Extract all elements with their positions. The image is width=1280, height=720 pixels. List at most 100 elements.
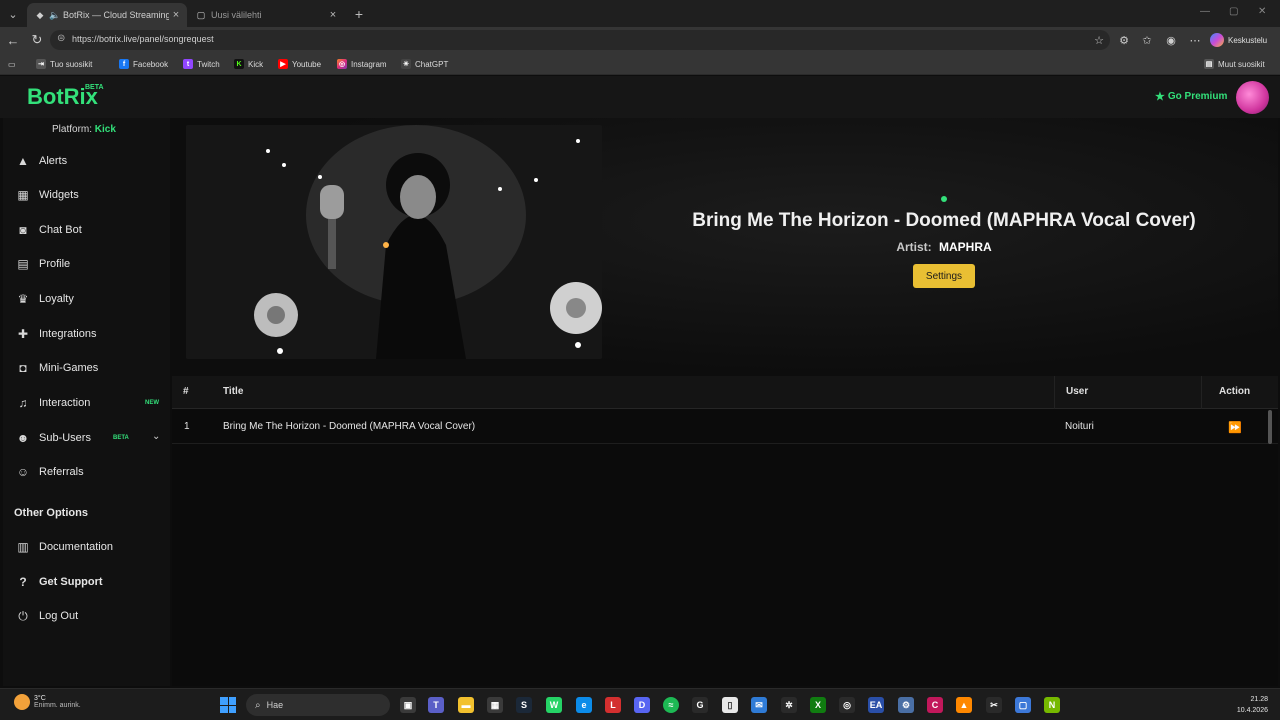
ea-icon[interactable]: EA (868, 697, 884, 713)
go-premium-link[interactable]: ★ Go Premium (1155, 90, 1227, 103)
whatsapp-icon[interactable]: W (546, 697, 562, 713)
app-c-icon[interactable]: C (927, 697, 943, 713)
obs-icon[interactable]: ◎ (839, 697, 855, 713)
close-window-icon[interactable]: ✕ (1258, 6, 1266, 17)
bookmark-chatgpt[interactable]: ✳ ChatGPT (401, 57, 448, 71)
sidebar-item-get-support[interactable]: ? Get Support (3, 569, 170, 595)
bookmark-twitch[interactable]: t Twitch (183, 57, 220, 71)
user-avatar[interactable] (1236, 81, 1269, 114)
weather-temperature: 3°C (34, 695, 46, 702)
clock-time: 21.28 (1250, 696, 1268, 703)
weather-widget[interactable]: 3°C Enimm. aurink. (14, 694, 81, 710)
column-divider (1054, 376, 1055, 409)
xbox-icon[interactable]: X (810, 697, 826, 713)
site-info-icon[interactable]: ⊜ (57, 33, 65, 44)
facebook-icon: f (119, 59, 129, 69)
bookmark-label: Muut suosikit (1218, 59, 1265, 69)
nvidia-icon[interactable]: N (1044, 697, 1060, 713)
steam-icon[interactable]: S (516, 697, 532, 713)
profile-icon[interactable]: ◉ (1162, 31, 1180, 49)
sidebar-item-chat-bot[interactable]: ◙ Chat Bot (3, 217, 170, 243)
address-field[interactable]: ⊜ https://botrix.live/panel/songrequest (50, 30, 1110, 50)
column-divider (1201, 376, 1202, 409)
favorite-star-icon[interactable]: ☆ (1090, 31, 1108, 49)
bookmark-import[interactable]: ⇥ Tuo suosikit (36, 57, 92, 71)
sidebar-item-integrations[interactable]: ✚ Integrations (3, 321, 170, 347)
task-view-icon[interactable]: ▣ (400, 697, 416, 713)
sidebar-item-mini-games[interactable]: ◘ Mini-Games (3, 355, 170, 381)
tab-botrix[interactable]: ◆ 🔈 BotRix — Cloud Streaming Bo × (27, 3, 187, 27)
windows-start-icon[interactable] (220, 697, 236, 713)
browser-toolbar: ← ↻ ⊜ https://botrix.live/panel/songrequ… (0, 27, 1280, 53)
tab-title: BotRix — Cloud Streaming Bo (63, 10, 169, 20)
sidebar-item-referrals[interactable]: ☺ Referrals (3, 459, 170, 485)
snipping-tool-icon[interactable]: ✂ (986, 697, 1002, 713)
sidebar-item-alerts[interactable]: ▲ Alerts (3, 148, 170, 174)
store-icon[interactable]: ▦ (487, 697, 503, 713)
speaker-icon[interactable]: 🔈 (49, 10, 60, 20)
thumbnail-image (186, 125, 602, 359)
back-arrow-icon[interactable]: ← (4, 31, 22, 49)
bookmark-label: Twitch (197, 59, 220, 69)
edge-icon[interactable]: e (576, 697, 592, 713)
teams-icon[interactable]: T (428, 697, 444, 713)
new-badge: NEW (145, 400, 159, 406)
sidebar-item-documentation[interactable]: ▥ Documentation (3, 534, 170, 560)
sidebar-item-widgets[interactable]: ▦ Widgets (3, 182, 170, 208)
bookmark-other-folder[interactable]: ▤ Muut suosikit (1204, 57, 1265, 71)
chatgpt-icon: ✳ (401, 59, 411, 69)
bookmark-youtube[interactable]: ▶ Youtube (278, 57, 321, 71)
instagram-icon: ◎ (337, 59, 347, 69)
sidebar-item-log-out[interactable]: ⏻ Log Out (3, 603, 170, 629)
bookmark-label: Tuo suosikit (50, 59, 93, 69)
table-scrollbar[interactable] (1268, 410, 1272, 444)
tab-actions-menu-icon[interactable]: ⌄ (4, 5, 22, 23)
page-icon: ▢ (196, 9, 206, 20)
reload-icon[interactable]: ↻ (28, 31, 46, 49)
bookmark-instagram[interactable]: ◎ Instagram (337, 57, 387, 71)
steelseries-icon[interactable]: ✲ (781, 697, 797, 713)
settings-gear-icon[interactable]: ⚙ (898, 697, 914, 713)
bookmark-kick[interactable]: K Kick (234, 57, 263, 71)
question-icon: ? (19, 575, 27, 589)
new-tab-plus-icon[interactable]: + (350, 5, 368, 23)
tab-new[interactable]: ▢ Uusi välilehti × (188, 3, 344, 27)
tab-close-icon[interactable]: × (169, 9, 183, 21)
logo-beta-badge: BETA (85, 84, 104, 91)
logitech-icon[interactable]: G (692, 697, 708, 713)
extensions-puzzle-icon[interactable]: ⚙ (1115, 31, 1133, 49)
copilot-chat-button[interactable]: Keskustelu (1210, 31, 1267, 49)
vlc-icon[interactable]: ▲ (956, 697, 972, 713)
notepad-icon[interactable]: ▯ (722, 697, 738, 713)
sidebar-item-label: Log Out (39, 610, 79, 622)
spotify-icon[interactable]: ≈ (663, 697, 679, 713)
chevron-down-icon[interactable]: ⌄ (152, 431, 160, 442)
weather-sun-icon (14, 694, 30, 710)
launcher-l-icon[interactable]: L (605, 697, 621, 713)
favorites-list-icon[interactable]: ✩ (1138, 31, 1156, 49)
skip-forward-icon[interactable]: ⏩ (1227, 419, 1243, 435)
file-explorer-icon[interactable]: ▬ (458, 697, 474, 713)
sidebar-item-label: Alerts (39, 155, 68, 167)
table-row[interactable]: 1 Bring Me The Horizon - Doomed (MAPHRA … (172, 410, 1278, 444)
taskbar-search[interactable]: ⌕ Hae (246, 694, 390, 716)
sidebar-toggle-icon[interactable]: ▭ (8, 57, 16, 71)
sidebar-item-profile[interactable]: ▤ Profile (3, 251, 170, 277)
more-menu-icon[interactable]: ⋯ (1186, 31, 1204, 49)
system-clock[interactable]: 21.28 10.4.2026 (1228, 694, 1268, 716)
bookmark-label: Youtube (292, 59, 322, 69)
video-thumbnail[interactable] (186, 125, 602, 359)
tab-close-icon[interactable]: × (326, 9, 340, 21)
settings-button[interactable]: Settings (913, 264, 975, 288)
restore-icon[interactable]: ▢ (1229, 6, 1238, 17)
discord-icon[interactable]: D (634, 697, 650, 713)
bookmark-facebook[interactable]: f Facebook (119, 57, 168, 71)
grid-icon: ▦ (17, 188, 29, 202)
sidebar-item-interaction[interactable]: ♫ Interaction NEW (3, 390, 170, 416)
sidebar-item-loyalty[interactable]: ♛ Loyalty (3, 286, 170, 312)
mail-icon[interactable]: ✉ (751, 697, 767, 713)
column-title: Title (223, 386, 244, 397)
window-app-icon[interactable]: ▢ (1015, 697, 1031, 713)
minimize-icon[interactable]: — (1200, 6, 1210, 17)
sidebar-item-sub-users[interactable]: ☻ Sub-Users BETA ⌄ (3, 425, 170, 451)
